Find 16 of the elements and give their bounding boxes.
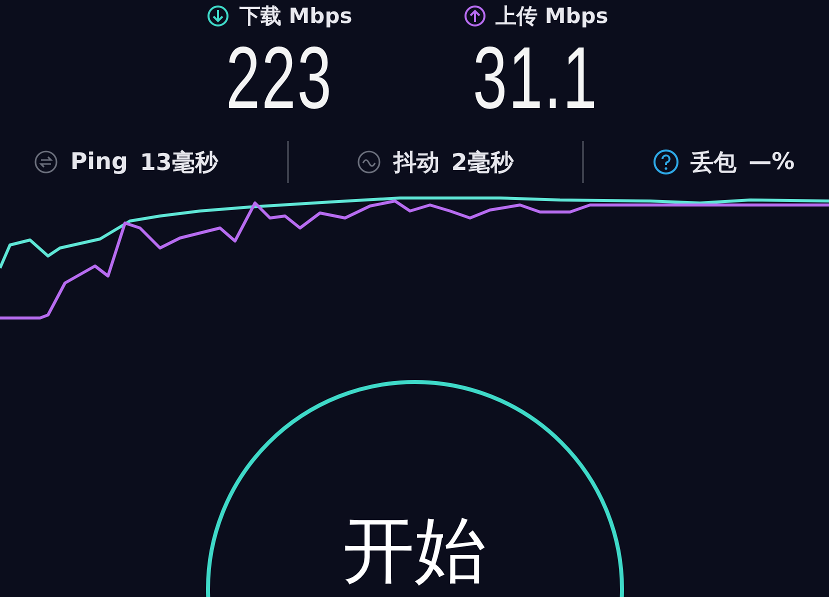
stat-label: 抖动 — [393, 148, 440, 178]
ping-icon — [34, 150, 58, 174]
stat-label: Ping — [70, 149, 128, 175]
download-speed: 223 — [226, 30, 334, 126]
start-button[interactable]: 开始 — [206, 380, 624, 597]
upload-label: 上传 Mbps — [496, 3, 608, 30]
stat-label: 丢包 — [690, 148, 737, 178]
wave-icon — [357, 150, 382, 174]
upload-speed: 31.1 — [473, 30, 599, 126]
stat-value: 2毫秒 — [451, 148, 514, 178]
help-icon[interactable] — [652, 149, 679, 175]
download-icon — [207, 5, 230, 27]
upload-icon — [464, 5, 486, 27]
download-label: 下载 Mbps — [239, 3, 352, 30]
stat-value: 13毫秒 — [140, 148, 218, 178]
stat-value: —% — [748, 149, 795, 175]
